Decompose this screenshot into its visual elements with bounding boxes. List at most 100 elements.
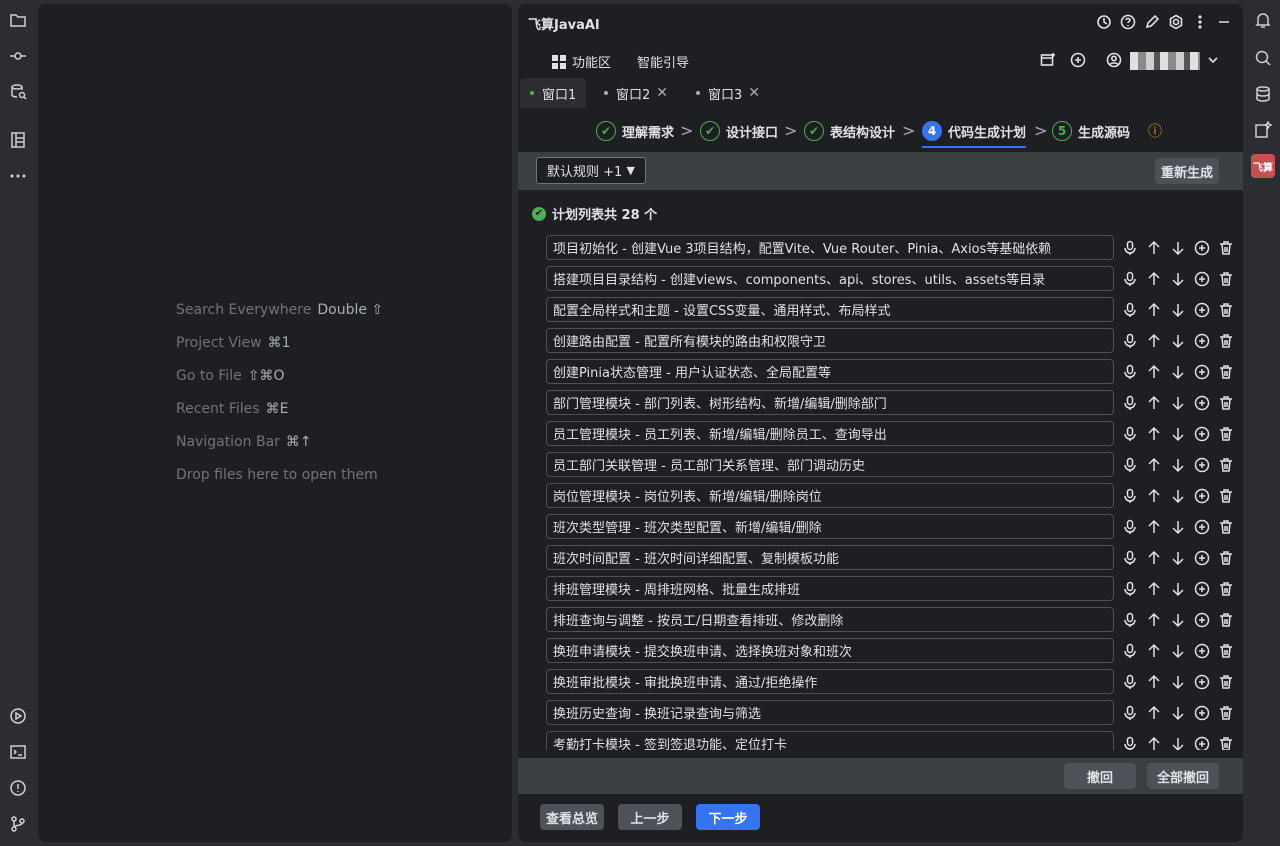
delete-trash-icon[interactable] bbox=[1214, 391, 1238, 415]
move-down-icon[interactable] bbox=[1166, 236, 1190, 260]
move-up-icon[interactable] bbox=[1142, 732, 1166, 751]
move-down-icon[interactable] bbox=[1166, 391, 1190, 415]
move-down-icon[interactable] bbox=[1166, 453, 1190, 477]
plan-item-row[interactable]: 员工管理模块 - 员工列表、新增/编辑/删除员工、查询导出 bbox=[546, 421, 1114, 446]
plan-item-row[interactable]: 考勤打卡模块 - 签到签退功能、定位打卡 bbox=[546, 731, 1114, 750]
move-down-icon[interactable] bbox=[1166, 422, 1190, 446]
microphone-icon[interactable] bbox=[1118, 360, 1142, 384]
delete-trash-icon[interactable] bbox=[1214, 329, 1238, 353]
move-down-icon[interactable] bbox=[1166, 515, 1190, 539]
move-down-icon[interactable] bbox=[1166, 732, 1190, 750]
move-up-icon[interactable] bbox=[1142, 639, 1166, 663]
microphone-icon[interactable] bbox=[1118, 422, 1142, 446]
notifications-bell-icon[interactable] bbox=[1251, 8, 1275, 32]
delete-trash-icon[interactable] bbox=[1214, 298, 1238, 322]
move-down-icon[interactable] bbox=[1166, 329, 1190, 353]
move-down-icon[interactable] bbox=[1166, 267, 1190, 291]
microphone-icon[interactable] bbox=[1118, 298, 1142, 322]
database-search-icon[interactable] bbox=[6, 80, 30, 104]
add-item-icon[interactable] bbox=[1190, 329, 1214, 353]
plan-item-row[interactable]: 换班审批模块 - 审批换班申请、通过/拒绝操作 bbox=[546, 669, 1114, 694]
move-down-icon[interactable] bbox=[1166, 484, 1190, 508]
ai-chat-icon[interactable] bbox=[1251, 46, 1275, 70]
plan-item-row[interactable]: 创建路由配置 - 配置所有模块的路由和权限守卫 bbox=[546, 328, 1114, 353]
git-branch-icon[interactable] bbox=[6, 812, 30, 836]
microphone-icon[interactable] bbox=[1118, 670, 1142, 694]
move-up-icon[interactable] bbox=[1142, 391, 1166, 415]
more-icon[interactable] bbox=[6, 164, 30, 188]
plan-item-row[interactable]: 创建Pinia状态管理 - 用户认证状态、全局配置等 bbox=[546, 359, 1114, 384]
microphone-icon[interactable] bbox=[1118, 515, 1142, 539]
delete-trash-icon[interactable] bbox=[1214, 515, 1238, 539]
move-down-icon[interactable] bbox=[1166, 298, 1190, 322]
move-up-icon[interactable] bbox=[1142, 701, 1166, 725]
plan-item-row[interactable]: 排班查询与调整 - 按员工/日期查看排班、修改删除 bbox=[546, 607, 1114, 632]
add-item-icon[interactable] bbox=[1190, 515, 1214, 539]
add-item-icon[interactable] bbox=[1190, 608, 1214, 632]
add-item-icon[interactable] bbox=[1190, 453, 1214, 477]
move-down-icon[interactable] bbox=[1166, 577, 1190, 601]
delete-trash-icon[interactable] bbox=[1214, 577, 1238, 601]
plan-item-row[interactable]: 班次类型管理 - 班次类型配置、新增/编辑/删除 bbox=[546, 514, 1114, 539]
microphone-icon[interactable] bbox=[1118, 639, 1142, 663]
project-folder-icon[interactable] bbox=[6, 8, 30, 32]
add-item-icon[interactable] bbox=[1190, 732, 1214, 750]
run-icon[interactable] bbox=[6, 704, 30, 728]
microphone-icon[interactable] bbox=[1118, 453, 1142, 477]
move-up-icon[interactable] bbox=[1142, 670, 1166, 694]
microphone-icon[interactable] bbox=[1118, 484, 1142, 508]
move-down-icon[interactable] bbox=[1166, 639, 1190, 663]
move-down-icon[interactable] bbox=[1166, 546, 1190, 570]
overview-button[interactable]: 查看总览 bbox=[540, 804, 604, 830]
move-up-icon[interactable] bbox=[1142, 453, 1166, 477]
move-down-icon[interactable] bbox=[1166, 608, 1190, 632]
add-item-icon[interactable] bbox=[1190, 639, 1214, 663]
terminal-icon[interactable] bbox=[6, 740, 30, 764]
move-up-icon[interactable] bbox=[1142, 515, 1166, 539]
plan-item-row[interactable]: 员工部门关联管理 - 员工部门关系管理、部门调动历史 bbox=[546, 452, 1114, 477]
delete-trash-icon[interactable] bbox=[1214, 267, 1238, 291]
microphone-icon[interactable] bbox=[1118, 608, 1142, 632]
delete-trash-icon[interactable] bbox=[1214, 422, 1238, 446]
microphone-icon[interactable] bbox=[1118, 546, 1142, 570]
plan-item-row[interactable]: 换班历史查询 - 换班记录查询与筛选 bbox=[546, 700, 1114, 725]
add-item-icon[interactable] bbox=[1190, 546, 1214, 570]
previous-step-button[interactable]: 上一步 bbox=[618, 804, 682, 830]
add-item-icon[interactable] bbox=[1190, 360, 1214, 384]
delete-trash-icon[interactable] bbox=[1214, 236, 1238, 260]
commit-icon[interactable] bbox=[6, 44, 30, 68]
microphone-icon[interactable] bbox=[1118, 267, 1142, 291]
move-up-icon[interactable] bbox=[1142, 422, 1166, 446]
microphone-icon[interactable] bbox=[1118, 577, 1142, 601]
move-up-icon[interactable] bbox=[1142, 360, 1166, 384]
microphone-icon[interactable] bbox=[1118, 732, 1142, 750]
ai-assistant-icon[interactable] bbox=[1251, 118, 1275, 142]
move-up-icon[interactable] bbox=[1142, 267, 1166, 291]
feisuan-plugin-badge[interactable]: 飞算 bbox=[1251, 154, 1275, 178]
move-up-icon[interactable] bbox=[1142, 236, 1166, 260]
move-down-icon[interactable] bbox=[1166, 360, 1190, 384]
add-item-icon[interactable] bbox=[1190, 267, 1214, 291]
delete-trash-icon[interactable] bbox=[1214, 670, 1238, 694]
database-icon[interactable] bbox=[1251, 82, 1275, 106]
move-up-icon[interactable] bbox=[1142, 329, 1166, 353]
microphone-icon[interactable] bbox=[1118, 391, 1142, 415]
undo-button[interactable]: 撤回 bbox=[1064, 763, 1136, 789]
add-item-icon[interactable] bbox=[1190, 236, 1214, 260]
delete-trash-icon[interactable] bbox=[1214, 453, 1238, 477]
undo-all-button[interactable]: 全部撤回 bbox=[1147, 763, 1219, 789]
add-item-icon[interactable] bbox=[1190, 391, 1214, 415]
move-up-icon[interactable] bbox=[1142, 546, 1166, 570]
delete-trash-icon[interactable] bbox=[1214, 546, 1238, 570]
delete-trash-icon[interactable] bbox=[1214, 732, 1238, 750]
move-down-icon[interactable] bbox=[1166, 670, 1190, 694]
move-up-icon[interactable] bbox=[1142, 577, 1166, 601]
add-item-icon[interactable] bbox=[1190, 422, 1214, 446]
move-up-icon[interactable] bbox=[1142, 484, 1166, 508]
next-step-button[interactable]: 下一步 bbox=[696, 804, 760, 830]
structure-icon[interactable] bbox=[6, 128, 30, 152]
move-up-icon[interactable] bbox=[1142, 608, 1166, 632]
add-item-icon[interactable] bbox=[1190, 701, 1214, 725]
problems-icon[interactable] bbox=[6, 776, 30, 800]
add-item-icon[interactable] bbox=[1190, 577, 1214, 601]
